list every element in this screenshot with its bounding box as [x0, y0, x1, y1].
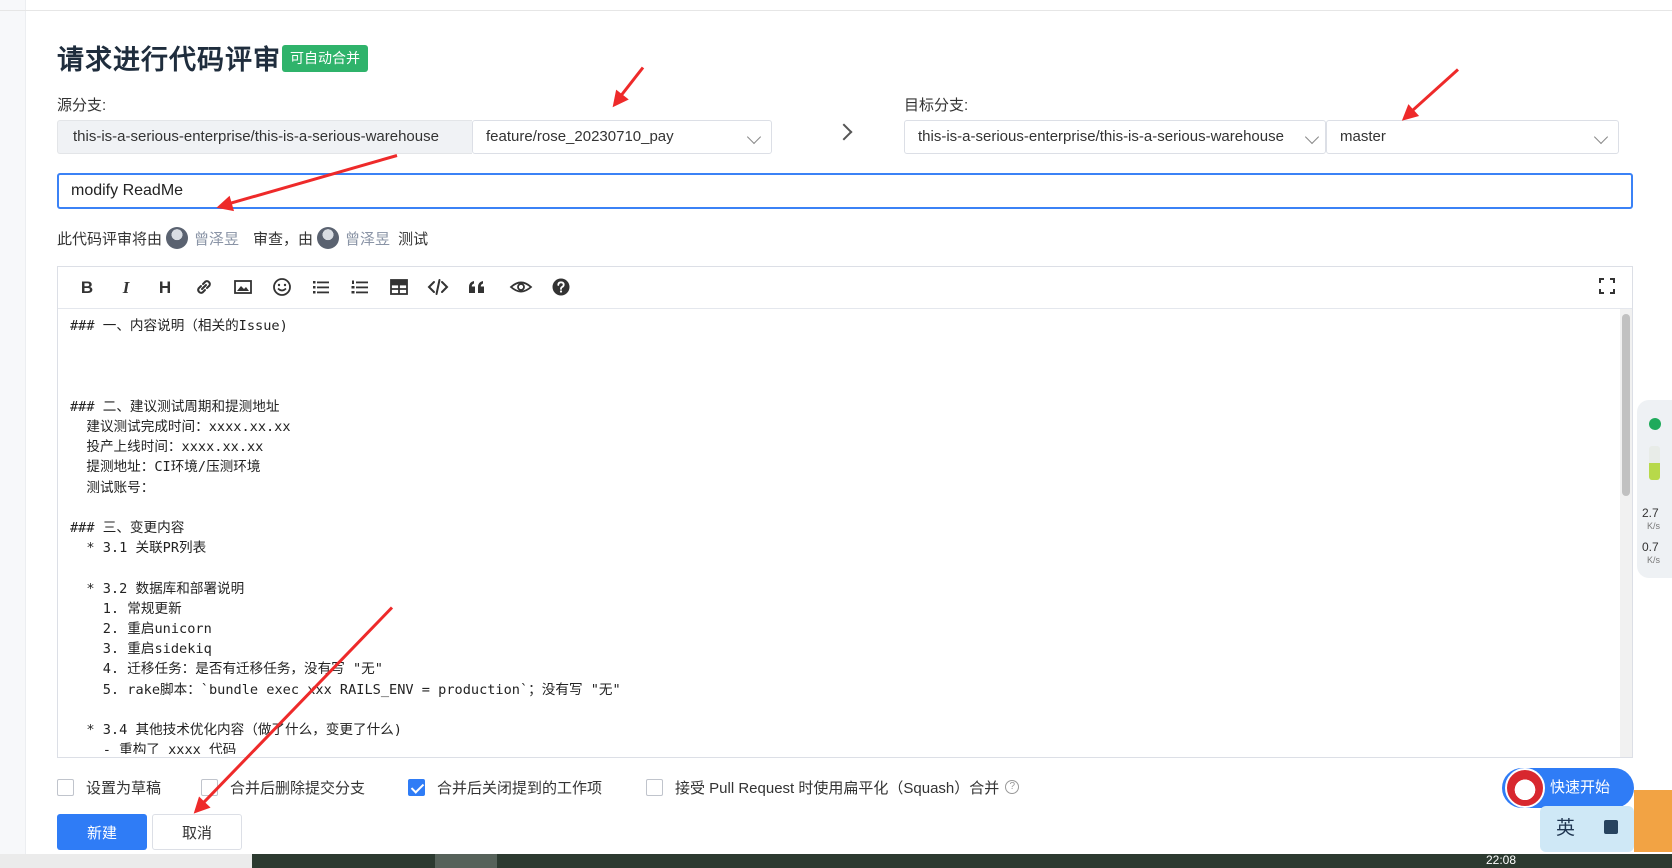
skin-icon[interactable] — [1604, 820, 1618, 834]
avatar — [317, 227, 340, 249]
editor-line: * 3.1 关联PR列表 — [70, 540, 207, 557]
source-branch-select[interactable]: feature/rose_20230710_pay — [472, 120, 772, 154]
editor-line: 4. 迁移任务：是否有迁移任务，没有写 "无" — [70, 661, 383, 678]
source-branch-value: feature/rose_20230710_pay — [486, 128, 674, 145]
download-unit: K/s — [1647, 555, 1661, 565]
editor-line: 3. 重启sidekiq — [70, 641, 212, 658]
editor-line: 测试账号： — [70, 479, 155, 496]
source-repo-field: this-is-a-serious-enterprise/this-is-a-s… — [57, 120, 472, 154]
option-label: 设置为草稿 — [86, 779, 162, 797]
preview-icon[interactable] — [508, 277, 534, 299]
editor-line: 投产上线时间：xxxx.xx.xx — [70, 439, 264, 456]
ime-label: 英 — [1556, 818, 1576, 839]
editor-line: 建议测试完成时间：xxxx.xx.xx — [70, 419, 291, 436]
quote-icon[interactable] — [466, 277, 488, 299]
target-branch-value: master — [1340, 128, 1386, 145]
upload-speed: 2.7 — [1642, 506, 1659, 520]
avatar — [166, 227, 189, 249]
auto-merge-badge: 可自动合并 — [282, 45, 368, 72]
editor-line: ### 一、内容说明（相关的Issue) — [70, 318, 288, 334]
bullet-list-icon[interactable] — [310, 277, 332, 299]
target-repo-select[interactable]: this-is-a-serious-enterprise/this-is-a-s… — [904, 120, 1326, 154]
editor-scrollbar[interactable] — [1620, 309, 1632, 757]
status-dot — [1649, 418, 1661, 430]
page-title: 请求进行代码评审 — [57, 45, 281, 75]
target-branch-select[interactable]: master — [1326, 120, 1619, 154]
editor-line: 提测地址：CI环境/压测环境 — [70, 459, 261, 476]
editor-line: 1. 常规更新 — [70, 600, 182, 617]
heading-icon[interactable]: H — [154, 277, 176, 299]
reviewer-name[interactable]: 曾泽昱 — [194, 228, 239, 249]
reviewer-prefix: 此代码评审将由 — [57, 230, 163, 248]
top-divider — [0, 10, 1672, 11]
help-icon[interactable] — [550, 277, 572, 299]
editor-line: 2. 重启unicorn — [70, 621, 212, 638]
help-circle-icon[interactable]: ? — [1005, 780, 1020, 794]
close-work-items-checkbox[interactable] — [408, 778, 425, 796]
fullscreen-icon[interactable] — [1596, 277, 1618, 299]
draft-checkbox[interactable] — [57, 778, 74, 796]
link-icon[interactable] — [193, 277, 215, 299]
usage-bar — [1649, 446, 1660, 480]
chevron-down-icon — [1304, 129, 1320, 145]
option-label: 接受 Pull Request 时使用扁平化（Squash）合并 — [675, 779, 1000, 797]
emoji-icon[interactable] — [271, 277, 293, 299]
download-speed: 0.7 — [1642, 540, 1659, 554]
taskbar-app[interactable] — [435, 854, 497, 868]
reviewer-line: 此代码评审将由 曾泽昱 审查，由 曾泽昱 测试 — [57, 226, 428, 250]
editor-line: * 3.2 数据库和部署说明 — [70, 580, 245, 597]
option-label: 合并后删除提交分支 — [230, 779, 366, 797]
editor-line: ### 二、建议测试周期和提测地址 — [70, 398, 280, 415]
editor-toolbar: B I H — [58, 267, 1632, 309]
table-icon[interactable] — [388, 277, 410, 299]
mascot-icon[interactable] — [1505, 768, 1545, 808]
arrowhead — [606, 89, 629, 113]
source-branch-label: 源分支: — [57, 97, 107, 114]
chevron-down-icon — [746, 129, 762, 145]
create-button[interactable]: 新建 — [57, 814, 147, 850]
reviewer-middle: 审查，由 — [253, 230, 314, 248]
option-squash[interactable]: 接受 Pull Request 时使用扁平化（Squash）合并 ? — [646, 776, 1020, 798]
taskbar-start-area[interactable] — [0, 854, 252, 868]
editor-line: - 重构了 xxxx 代码 — [70, 742, 237, 754]
pr-title-input[interactable] — [57, 173, 1633, 209]
squash-checkbox[interactable] — [646, 778, 663, 796]
option-label: 合并后关闭提到的工作项 — [437, 779, 603, 797]
image-icon[interactable] — [232, 277, 254, 299]
tester-suffix: 测试 — [398, 230, 429, 248]
option-close-work-items[interactable]: 合并后关闭提到的工作项 — [408, 776, 602, 798]
wallpaper-corner — [1634, 790, 1672, 852]
target-repo-value: this-is-a-serious-enterprise/this-is-a-s… — [918, 128, 1284, 145]
markdown-editor[interactable]: B I H ### 一、内容说明（相关的Issue) ### 二、建议测试周期和… — [57, 266, 1633, 758]
ime-indicator[interactable]: 英 — [1540, 806, 1634, 852]
left-gutter — [0, 0, 26, 868]
editor-content[interactable]: ### 一、内容说明（相关的Issue) ### 二、建议测试周期和提测地址 建… — [70, 316, 1605, 754]
editor-line: ### 三、变更内容 — [70, 520, 185, 537]
editor-line: 5. rake脚本：`bundle exec xxx RAILS_ENV = p… — [70, 681, 621, 698]
upload-unit: K/s — [1647, 521, 1661, 531]
annotation-arrow — [1396, 68, 1460, 127]
target-branch-label: 目标分支: — [904, 97, 969, 114]
scrollbar-thumb[interactable] — [1622, 314, 1630, 496]
chevron-right-icon — [835, 123, 853, 141]
network-monitor-widget[interactable]: 2.7 K/s 0.7 K/s — [1637, 400, 1672, 578]
numbered-list-icon[interactable] — [349, 277, 371, 299]
tester-name[interactable]: 曾泽昱 — [345, 228, 390, 249]
option-draft[interactable]: 设置为草稿 — [57, 776, 161, 798]
cancel-button[interactable]: 取消 — [152, 814, 242, 850]
taskbar-clock: 22:08 — [1486, 853, 1517, 867]
editor-line: * 3.4 其他技术优化内容（做了什么，变更了什么) — [70, 722, 402, 739]
annotation-arrow — [606, 66, 645, 113]
chevron-down-icon — [1593, 129, 1609, 145]
code-icon[interactable] — [427, 277, 449, 299]
page-root: 请求进行代码评审 可自动合并 源分支: this-is-a-serious-en… — [0, 0, 1672, 868]
bold-icon[interactable]: B — [76, 277, 98, 299]
italic-icon[interactable]: I — [115, 277, 137, 299]
